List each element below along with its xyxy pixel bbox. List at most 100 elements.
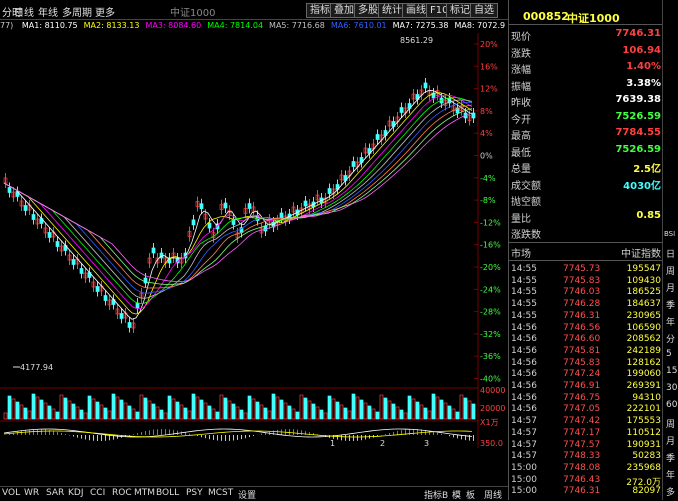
indicator-tab-7[interactable]: BOLL (156, 488, 179, 498)
side-period-8[interactable]: 15 (666, 366, 677, 376)
volume-bar (243, 412, 248, 420)
tick-time: 15:00 (511, 462, 537, 473)
divider (509, 242, 663, 243)
volume-bar (411, 398, 416, 420)
ma-legend-item: MA7: 7275.38 (392, 21, 449, 30)
indicator-tab-1[interactable]: WR (24, 488, 39, 498)
toolbar-item-more[interactable]: 更多 (95, 4, 115, 19)
side-period-12[interactable]: 月 (666, 434, 675, 447)
volume-bar (379, 394, 384, 420)
bottom-right-tab-3[interactable]: 周线 (484, 488, 502, 501)
volume-bar (251, 398, 256, 420)
volume-bar (151, 403, 156, 420)
candle-body (95, 286, 100, 292)
indicator-tab-4[interactable]: CCI (90, 488, 105, 498)
volume-bar (323, 412, 328, 420)
side-period-9[interactable]: 30 (666, 383, 677, 393)
tick-time: 14:57 (511, 427, 537, 438)
tick-volume: 199060 (626, 369, 661, 380)
watchlist-button[interactable]: 自选 (470, 3, 498, 18)
indicator-tab-9[interactable]: MCST (208, 488, 233, 498)
kline-chart[interactable]: 20% 16% 12% 8% 4% 0% -4% -8% -12% -16% -20% -24% -28… (0, 33, 508, 448)
toolbar-item-daily[interactable]: 日线 (14, 4, 34, 19)
side-period-4[interactable]: 季 (666, 298, 675, 311)
volume-bar (395, 406, 400, 420)
volume-bar (279, 399, 284, 420)
indicator-tab-0[interactable]: VOL (2, 488, 20, 498)
tick-price: 7747.17 (563, 427, 601, 438)
toolbar-item-yearly[interactable]: 年线 (38, 4, 58, 19)
volume-bar (403, 412, 408, 420)
side-period-15[interactable]: 多 (666, 485, 675, 498)
tick-price: 7746.03 (563, 287, 601, 298)
side-period-10[interactable]: 60 (666, 400, 677, 410)
indicator-tab-2[interactable]: SAR (46, 488, 64, 498)
candle-body (31, 214, 36, 220)
side-period-11[interactable]: 周 (666, 417, 675, 430)
tick-time: 14:56 (511, 404, 537, 415)
side-period-5[interactable]: 年 (666, 315, 675, 328)
candle-body (399, 107, 404, 113)
tick-row: 14:57 7747.57 190931 (511, 440, 661, 452)
quote-value: 7526.59 (615, 143, 661, 155)
candle-body (247, 203, 252, 209)
ma-legend-item: MA8: 7072.98 (454, 21, 505, 30)
side-period-7[interactable]: 5 (666, 349, 672, 359)
volume-bar (255, 401, 260, 420)
ma-line-5 (3, 99, 473, 299)
bottom-right-tab-2[interactable]: 板 (466, 488, 475, 501)
quote-label: 成交额 (511, 180, 541, 192)
volume-bar (63, 397, 68, 420)
tick-volume: 235968 (626, 462, 661, 473)
indicator-tab-5[interactable]: ROC (112, 488, 132, 498)
candle-body (199, 203, 204, 210)
tick-volume: 82097 (632, 486, 661, 497)
indicator-tab-3[interactable]: KDJ (68, 488, 84, 498)
quote-row: 涨跌 106.94 (511, 45, 661, 61)
volume-bar (355, 396, 360, 420)
volume-bar (167, 395, 172, 420)
tick-row: 14:56 7746.56 106590 (511, 323, 661, 335)
candle-body (191, 219, 196, 226)
pct-axis-label: -28% (480, 308, 501, 317)
volume-bar (471, 403, 476, 420)
side-period-2[interactable]: 周 (666, 264, 675, 277)
quote-row: 量比 0.85 (511, 210, 661, 226)
side-period-13[interactable]: 季 (666, 451, 675, 464)
side-period-0[interactable]: BSI (664, 230, 675, 238)
tick-price: 7746.28 (563, 299, 601, 310)
quote-label: 涨跌 (511, 48, 531, 60)
side-period-3[interactable]: 月 (666, 281, 675, 294)
market-value: 中证指数 (621, 249, 661, 260)
pct-axis-label: 0% (480, 152, 493, 161)
volume-bar (447, 405, 452, 420)
tick-volume: 230965 (626, 310, 661, 321)
tick-price: 7748.08 (563, 462, 601, 473)
indicator-tab-10[interactable]: 设置 (238, 488, 256, 501)
tick-volume: 109430 (626, 275, 661, 286)
bottom-right-tab-0[interactable]: 指标B (424, 488, 448, 501)
candle-body (471, 112, 476, 119)
volume-bar (19, 404, 24, 420)
volume-bar (79, 409, 84, 420)
side-period-1[interactable]: 日 (666, 247, 675, 260)
indicator-tab-8[interactable]: PSY (186, 488, 203, 498)
tick-time: 14:56 (511, 357, 537, 368)
tick-volume: 269391 (626, 381, 661, 391)
side-period-14[interactable]: 年 (666, 468, 675, 481)
volume-bar (363, 402, 368, 420)
volume-bar (235, 406, 240, 420)
volume-bar (223, 397, 228, 420)
volume-bar (459, 394, 464, 420)
side-period-6[interactable]: 分 (666, 332, 675, 345)
volume-bar (199, 399, 204, 420)
candle-body (223, 202, 228, 209)
bottom-right-tab-1[interactable]: 模 (452, 488, 461, 501)
volume-bar (215, 411, 220, 420)
volume-bar (195, 396, 200, 420)
stock-code: 000852 (523, 10, 569, 23)
toolbar-item-multi-period[interactable]: 多周期 (62, 4, 92, 19)
indicator-tab-6[interactable]: MTM (134, 488, 155, 498)
volume-bar (27, 410, 32, 420)
period-side-strip: BSI 日周月季年分 5 15 30 60 周月季年多 (662, 0, 678, 500)
